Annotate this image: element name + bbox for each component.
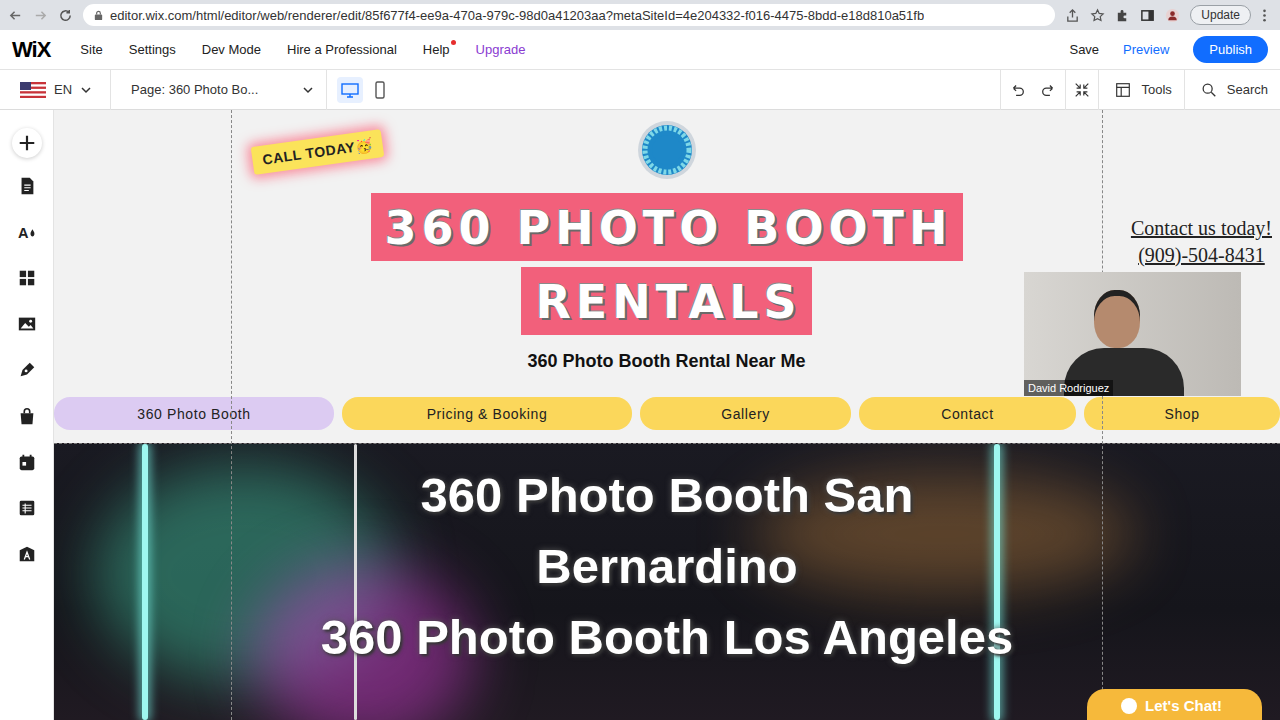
menu-item[interactable]: Settings (129, 42, 176, 57)
wix-editor-window: editor.wix.com/html/editor/web/renderer/… (0, 0, 1280, 720)
chat-bubble-icon (1121, 698, 1137, 714)
wix-logo[interactable]: WiX (12, 37, 50, 63)
site-title[interactable]: 360 PHOTO BOOTH (371, 193, 963, 261)
bookings-calendar-icon[interactable] (17, 452, 37, 472)
design-icon[interactable]: A (17, 222, 37, 242)
star-icon[interactable] (1090, 8, 1105, 23)
pages-icon[interactable] (17, 176, 37, 196)
us-flag-icon (20, 82, 46, 98)
nav-item[interactable]: Gallery (640, 397, 851, 430)
undo-icon[interactable] (1008, 81, 1026, 99)
nav-item[interactable]: Contact (859, 397, 1076, 430)
page-selector[interactable]: Page: 360 Photo Bo... (111, 82, 326, 97)
call-today-badge[interactable]: CALL TODAY🥳 (251, 129, 385, 175)
nav-item[interactable]: Pricing & Booking (342, 397, 632, 430)
chevron-down-icon (80, 84, 92, 96)
lock-icon (93, 10, 104, 21)
chat-button[interactable]: Let's Chat! (1087, 689, 1262, 720)
webcam-name-label: David Rodriguez (1024, 380, 1113, 396)
store-bag-icon[interactable] (17, 406, 37, 426)
site-logo[interactable] (637, 120, 697, 180)
language-label: EN (54, 82, 72, 97)
menu-item[interactable]: Dev Mode (202, 42, 261, 57)
menu-item[interactable]: Help (423, 42, 450, 57)
apps-icon[interactable] (17, 268, 37, 288)
page-label: Page: 360 Photo Bo... (131, 82, 258, 97)
browser-bar: editor.wix.com/html/editor/web/renderer/… (0, 0, 1280, 30)
cms-table-icon[interactable] (17, 498, 37, 518)
blog-pen-icon[interactable] (17, 360, 37, 380)
search-button[interactable]: Search (1185, 81, 1280, 99)
desktop-icon (340, 80, 360, 100)
language-selector[interactable]: EN (20, 82, 110, 98)
nav-item[interactable]: 360 Photo Booth (54, 397, 334, 430)
site-subtitle[interactable]: 360 Photo Booth Rental Near Me (527, 351, 805, 372)
editor-menu: Site Settings Dev Mode Hire a Professional H… (80, 42, 525, 57)
site-nav: 360 Photo BoothPricing & BookingGalleryC… (54, 397, 1280, 430)
view-button[interactable] (367, 77, 393, 103)
editor-actions: Save Preview Publish (1069, 36, 1268, 63)
chevron-down-icon (302, 84, 314, 96)
contact-phone[interactable]: (909)-504-8431 (1131, 242, 1272, 269)
editor-toolbar: EN Page: 360 Photo Bo... ToolsSearch (0, 70, 1280, 110)
view-switcher (327, 77, 403, 103)
menu-item[interactable]: Hire a Professional (287, 42, 397, 57)
url-text: editor.wix.com/html/editor/web/renderer/… (110, 8, 924, 23)
hero-heading[interactable]: 360 Photo Booth SanBernardino360 Photo B… (54, 444, 1280, 673)
contact-heading[interactable]: Contact us today! (1131, 215, 1272, 242)
hero-video: 360 Photo Booth SanBernardino360 Photo B… (54, 443, 1280, 720)
nav-item[interactable]: Shop (1084, 397, 1280, 430)
profile-avatar-icon[interactable] (1165, 8, 1180, 23)
redo-icon[interactable] (1040, 81, 1058, 99)
notification-dot (451, 40, 456, 45)
editor-top-bar: WiX Site Settings Dev Mode Hire a Profession… (0, 30, 1280, 70)
menu-item[interactable]: Site (80, 42, 102, 57)
sidebar-icon[interactable] (1140, 8, 1155, 23)
url-field[interactable]: editor.wix.com/html/editor/web/renderer/… (83, 4, 1055, 26)
webcam-overlay: David Rodriguez (1024, 272, 1241, 396)
zoom-out-icon[interactable] (1073, 81, 1091, 99)
share-icon[interactable] (1065, 8, 1080, 23)
extensions-icon[interactable] (1115, 8, 1130, 23)
tools-icon (1114, 81, 1132, 99)
tool-sidebar: A (0, 110, 54, 720)
view-button[interactable] (337, 77, 363, 103)
app-market-icon[interactable] (17, 544, 37, 564)
more-vertical-icon[interactable] (1257, 8, 1272, 23)
update-button[interactable]: Update (1190, 5, 1251, 25)
reload-icon[interactable] (58, 8, 73, 23)
svg-text:A: A (17, 225, 28, 241)
editor-main: A CALL TODAY🥳 360 PHOTO BOOTHRENTALS 360 Ph… (0, 110, 1280, 720)
mobile-icon (370, 80, 390, 100)
back-arrow-icon[interactable] (8, 8, 23, 23)
preview-button[interactable]: Preview (1123, 42, 1169, 57)
site-canvas: CALL TODAY🥳 360 PHOTO BOOTHRENTALS 360 Pho… (54, 110, 1280, 720)
search-icon (1200, 81, 1218, 99)
tools-button[interactable]: Tools (1099, 81, 1183, 99)
publish-button[interactable]: Publish (1193, 36, 1268, 63)
menu-item[interactable]: Upgrade (476, 42, 526, 57)
media-icon[interactable] (17, 314, 37, 334)
save-button[interactable]: Save (1069, 42, 1099, 57)
add-button[interactable] (12, 128, 42, 158)
logo-icon (637, 120, 697, 180)
forward-arrow-icon[interactable] (33, 8, 48, 23)
site-title[interactable]: RENTALS (521, 267, 811, 335)
plus-icon (17, 133, 37, 153)
